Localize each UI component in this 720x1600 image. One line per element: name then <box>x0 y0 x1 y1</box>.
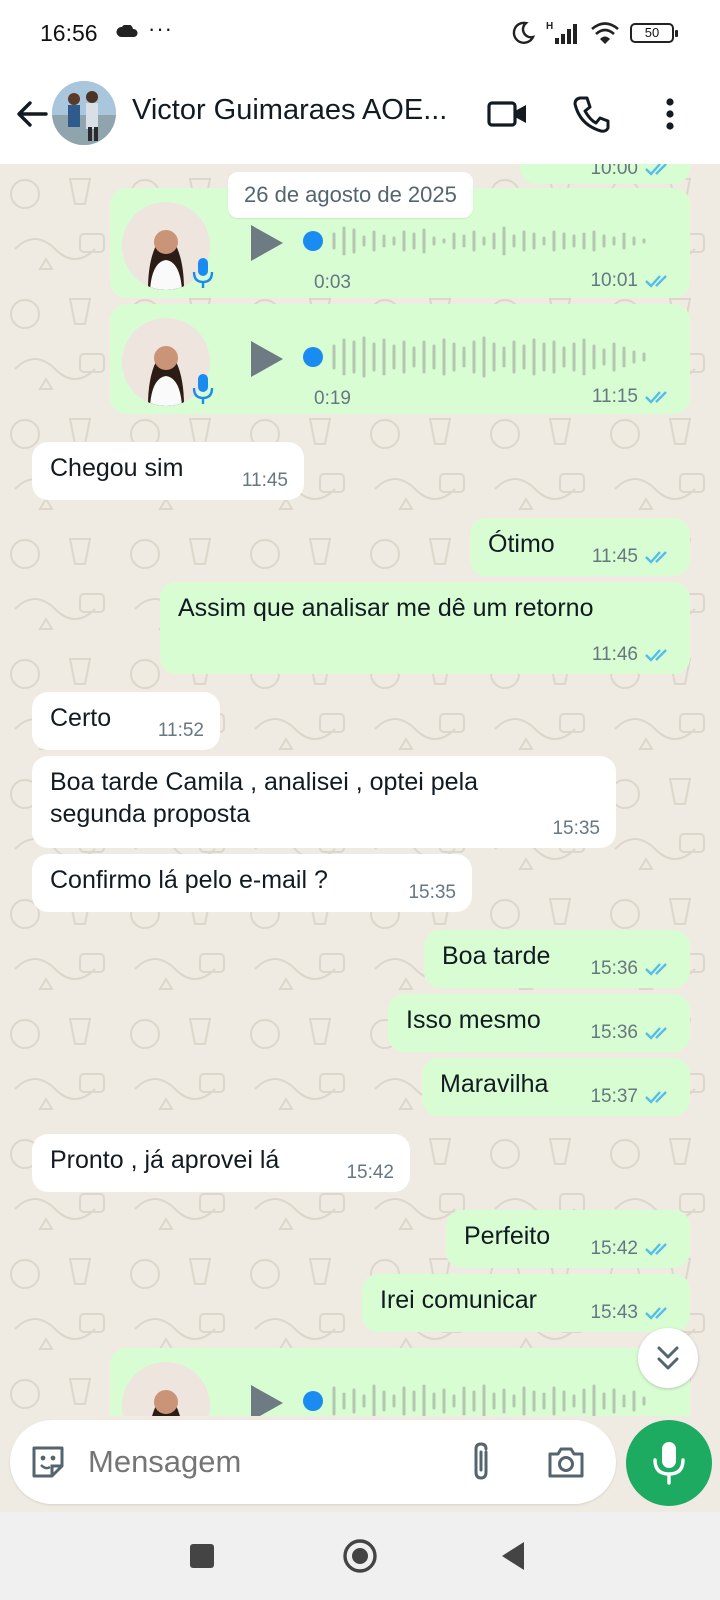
message-bubble-partial[interactable]: 10:00 <box>520 164 690 184</box>
read-ticks-icon <box>645 1307 667 1320</box>
message-bubble-incoming[interactable]: Certo 11:52 <box>32 692 220 750</box>
read-ticks-icon <box>645 391 667 404</box>
attach-icon[interactable] <box>464 1440 498 1484</box>
phone-icon[interactable] <box>570 92 614 136</box>
sender-avatar <box>122 1362 210 1416</box>
playback-handle[interactable] <box>303 347 323 367</box>
camera-icon[interactable] <box>546 1442 586 1482</box>
voice-mic-icon <box>192 374 214 404</box>
message-bubble-outgoing[interactable]: Perfeito 15:42 <box>446 1210 690 1268</box>
read-ticks-icon <box>645 551 667 564</box>
wifi-icon <box>591 22 619 44</box>
video-call-icon[interactable] <box>486 92 530 136</box>
play-icon[interactable] <box>248 222 286 264</box>
back-arrow-icon[interactable] <box>12 94 52 134</box>
status-icons: H 50 <box>510 20 678 46</box>
read-ticks-icon <box>645 649 667 662</box>
message-input[interactable] <box>88 1444 428 1480</box>
message-text: Maravilha <box>440 1070 549 1098</box>
signal-icon: H <box>546 21 577 44</box>
message-bubble-incoming[interactable]: Chegou sim 11:45 <box>32 442 304 500</box>
home-icon[interactable] <box>340 1536 380 1576</box>
message-time: 11:15 <box>591 386 638 407</box>
message-time: 10:00 <box>590 164 638 179</box>
message-bubble-outgoing[interactable]: Boa tarde 15:36 <box>424 930 690 988</box>
status-bar: 16:56 ··· H 50 <box>0 0 720 68</box>
message-bubble-outgoing[interactable]: Assim que analisar me dê um retorno 11:4… <box>160 582 690 674</box>
read-ticks-icon <box>645 164 667 176</box>
signal-type-label: H <box>546 21 553 32</box>
sticker-icon[interactable] <box>28 1442 68 1482</box>
message-text: Boa tarde Camila , analisei , optei pela… <box>50 768 479 828</box>
double-chevron-down-icon <box>657 1346 679 1370</box>
message-text: Certo <box>50 704 112 732</box>
chat-area[interactable]: 10:00 0:03 10:01 26 de agosto de 2025 0:… <box>0 164 720 1416</box>
contact-name[interactable]: Victor Guimaraes AOE... <box>132 94 472 127</box>
message-text: Perfeito <box>464 1222 551 1250</box>
message-time: 11:46 <box>591 644 638 665</box>
message-bubble-outgoing[interactable]: Ótimo 11:45 <box>470 518 690 576</box>
message-text: Isso mesmo <box>406 1006 541 1034</box>
play-icon[interactable] <box>248 1382 286 1416</box>
mic-icon <box>653 1442 685 1485</box>
message-text: Boa tarde <box>442 942 551 970</box>
message-bubble-outgoing[interactable]: Maravilha 15:37 <box>422 1058 690 1116</box>
more-notifications-icon: ··· <box>148 16 173 41</box>
message-time: 15:35 <box>408 882 456 903</box>
more-vert-icon[interactable] <box>648 92 692 136</box>
message-text: Assim que analisar me dê um retorno <box>178 594 594 622</box>
battery-icon: 50 <box>630 23 678 43</box>
chat-header: Victor Guimaraes AOE... <box>0 68 720 164</box>
message-time: 11:52 <box>157 720 204 741</box>
playback-handle[interactable] <box>303 231 323 251</box>
read-ticks-icon <box>645 1243 667 1256</box>
back-icon[interactable] <box>494 1536 534 1576</box>
contact-avatar[interactable] <box>52 81 116 145</box>
voice-waveform <box>332 226 646 256</box>
message-text: Irei comunicar <box>380 1286 537 1314</box>
message-bubble-outgoing[interactable]: Isso mesmo 15:36 <box>388 994 690 1052</box>
recents-icon[interactable] <box>182 1536 222 1576</box>
message-time: 15:35 <box>552 818 600 839</box>
message-time: 15:42 <box>346 1162 394 1183</box>
voice-record-button[interactable] <box>626 1420 712 1506</box>
date-chip: 26 de agosto de 2025 <box>228 172 473 218</box>
system-nav-bar <box>0 1512 720 1600</box>
message-bubble-outgoing[interactable]: Irei comunicar 15:43 <box>362 1274 690 1332</box>
voice-duration: 0:03 <box>314 272 351 293</box>
voice-waveform <box>332 336 646 378</box>
read-ticks-icon <box>645 1091 667 1104</box>
moon-icon <box>512 21 536 44</box>
message-time: 15:42 <box>590 1238 638 1259</box>
message-time: 15:36 <box>590 1022 638 1043</box>
scroll-to-bottom-button[interactable] <box>638 1328 698 1388</box>
voice-mic-icon <box>192 258 214 288</box>
playback-handle[interactable] <box>303 1391 323 1411</box>
message-bubble-incoming[interactable]: Confirmo lá pelo e-mail ? 15:35 <box>32 854 472 912</box>
message-time: 15:37 <box>590 1086 638 1107</box>
read-ticks-icon <box>645 275 667 288</box>
voice-duration: 0:19 <box>314 388 351 409</box>
message-bubble-incoming[interactable]: Boa tarde Camila , analisei , optei pela… <box>32 756 616 848</box>
message-text: Pronto , já aprovei lá <box>50 1146 280 1174</box>
message-bubble-incoming[interactable]: Pronto , já aprovei lá 15:42 <box>32 1134 410 1192</box>
read-ticks-icon <box>645 1027 667 1040</box>
message-text: Confirmo lá pelo e-mail ? <box>50 866 328 894</box>
message-time: 10:01 <box>590 270 638 291</box>
message-time: 11:45 <box>241 470 288 491</box>
voice-message[interactable] <box>110 1348 690 1416</box>
message-time: 11:45 <box>591 546 638 567</box>
cloud-icon <box>116 25 138 37</box>
voice-waveform <box>332 1384 646 1416</box>
play-icon[interactable] <box>248 338 286 380</box>
message-time: 15:43 <box>590 1302 638 1323</box>
read-ticks-icon <box>645 963 667 976</box>
voice-message[interactable]: 0:19 11:15 <box>110 304 690 414</box>
message-text: Ótimo <box>488 530 555 558</box>
message-time: 15:36 <box>590 958 638 979</box>
status-time: 16:56 <box>40 20 98 46</box>
message-composer <box>10 1420 616 1504</box>
message-text: Chegou sim <box>50 454 184 482</box>
